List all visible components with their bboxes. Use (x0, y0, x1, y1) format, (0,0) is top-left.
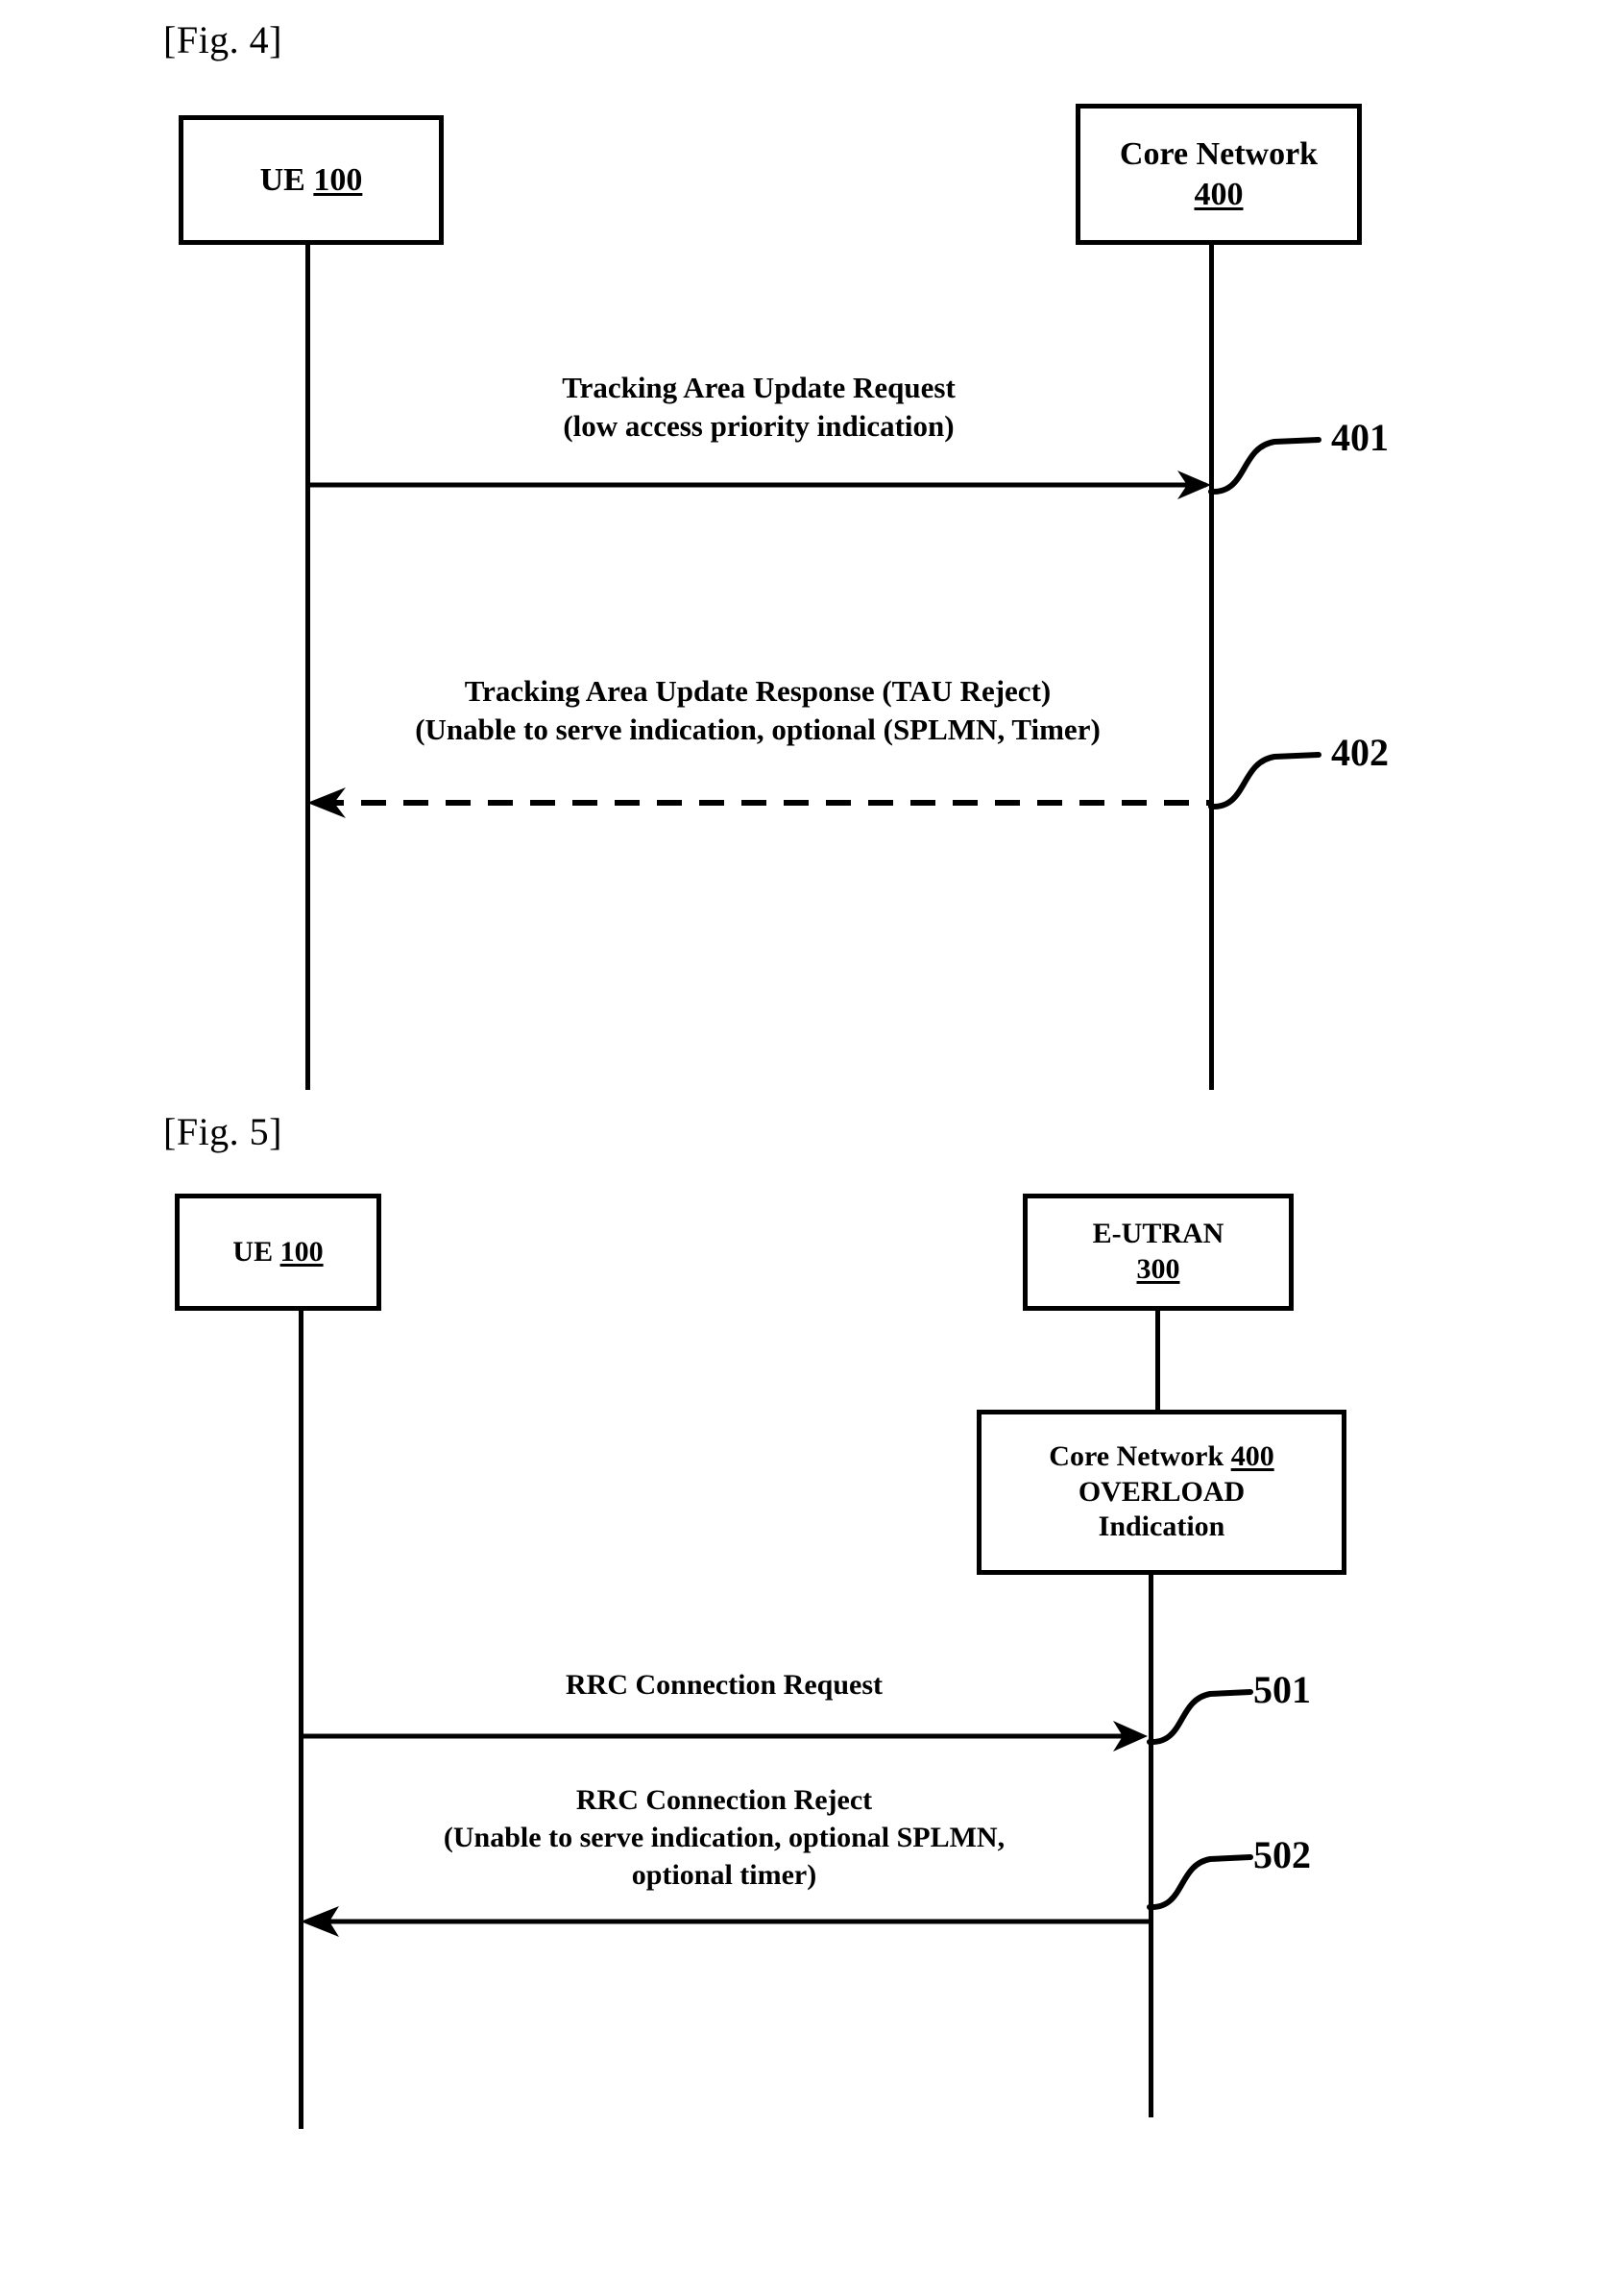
fig5-message-502-line-3: optional timer) (631, 1859, 817, 1891)
fig5-node-eutran: E-UTRAN 300 (1023, 1194, 1294, 1311)
fig5-message-501-numeral: 501 (1253, 1668, 1311, 1711)
fig4-message-402-label: Tracking Area Update Response (TAU Rejec… (305, 672, 1210, 750)
fig4-message-402-numeral: 402 (1331, 731, 1389, 774)
fig5-message-501-label: RRC Connection Request (299, 1666, 1150, 1704)
fig4-node-ue-numeral: 100 (313, 161, 363, 198)
fig4-node-core-network: Core Network 400 (1076, 104, 1362, 245)
fig5-message-502-arrow (299, 1904, 1163, 1939)
fig5-message-501-line-1: RRC Connection Request (566, 1669, 883, 1701)
fig5-message-502-line-2: (Unable to serve indication, optional SP… (443, 1822, 1006, 1853)
fig4-message-401-line-2: (low access priority indication) (563, 409, 955, 444)
fig5-node-ue: UE 100 (175, 1194, 381, 1311)
fig4-message-401-arrow (305, 468, 1218, 502)
fig5-node-overload-line-3: Indication (1098, 1511, 1225, 1543)
fig4-node-ue-label: UE 100 (259, 161, 363, 198)
fig5-message-502-line-1: RRC Connection Reject (575, 1784, 873, 1816)
fig5-message-502-leader (1145, 1836, 1260, 1913)
figure-5-caption: [Fig. 5] (163, 1110, 282, 1153)
fig4-message-401-label: Tracking Area Update Request (low access… (307, 369, 1210, 447)
fig4-message-402-line-2: (Unable to serve indication, optional (S… (415, 713, 1101, 747)
fig4-node-core-network-label: Core Network (1119, 136, 1319, 173)
fig5-message-501-leader (1145, 1671, 1260, 1748)
fig4-message-402-line-1: Tracking Area Update Response (TAU Rejec… (464, 674, 1052, 708)
fig5-message-502-label: RRC Connection Reject (Unable to serve i… (299, 1781, 1150, 1894)
fig4-message-402-arrow (305, 785, 1218, 820)
fig5-node-overload-line-1: Core Network 400 (1049, 1440, 1274, 1473)
fig5-node-overload-indication: Core Network 400 OVERLOAD Indication (977, 1410, 1346, 1575)
fig5-node-ue-numeral: 100 (279, 1235, 324, 1268)
fig4-node-core-network-numeral: 400 (1194, 176, 1244, 212)
fig5-node-eutran-numeral: 300 (1136, 1253, 1180, 1285)
fig4-message-401-numeral: 401 (1331, 416, 1389, 459)
fig5-node-eutran-label: E-UTRAN (1092, 1218, 1224, 1250)
patent-drawing-sheet: [Fig. 4] UE 100 Core Network 400 Trackin… (0, 0, 1624, 2296)
fig4-message-402-leader (1205, 730, 1330, 812)
fig4-message-401-line-1: Tracking Area Update Request (562, 371, 956, 404)
fig4-node-ue: UE 100 (179, 115, 444, 245)
fig5-connector-eutran-to-overload (1155, 1311, 1160, 1411)
fig5-message-501-arrow (299, 1719, 1163, 1753)
fig5-message-502-numeral: 502 (1253, 1833, 1311, 1876)
fig5-node-overload-numeral: 400 (1230, 1440, 1274, 1473)
figure-4-caption: [Fig. 4] (163, 18, 282, 61)
fig5-node-overload-line-2: OVERLOAD (1078, 1475, 1246, 1508)
fig5-node-ue-label: UE 100 (232, 1235, 324, 1268)
fig4-message-401-leader (1205, 415, 1330, 497)
